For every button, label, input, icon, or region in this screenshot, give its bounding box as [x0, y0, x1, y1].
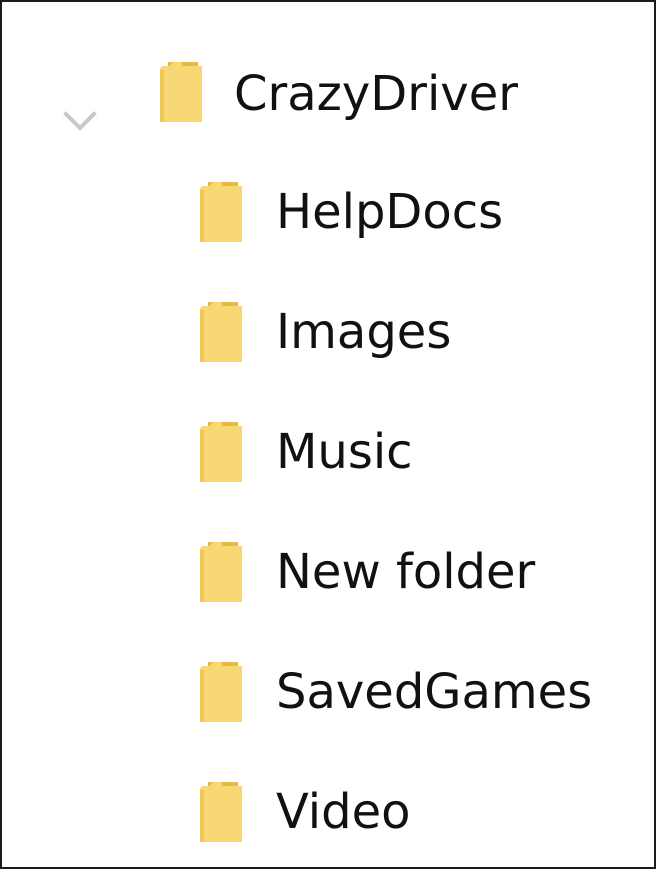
- tree-item-label: Images: [276, 304, 452, 360]
- tree-item-label: New folder: [276, 544, 536, 600]
- tree-item-crazydriver[interactable]: CrazyDriver: [2, 32, 654, 152]
- tree-item-video[interactable]: Video: [2, 752, 654, 867]
- folder-icon: [200, 182, 242, 242]
- folder-icon: [200, 542, 242, 602]
- navigation-pane: CrazyDriver HelpDocs Images Music New fo…: [0, 0, 656, 869]
- folder-icon: [200, 422, 242, 482]
- folder-icon: [200, 662, 242, 722]
- tree-item-label: HelpDocs: [276, 184, 504, 240]
- folder-icon: [200, 302, 242, 362]
- tree-item-label: Music: [276, 424, 413, 480]
- tree-item-new-folder[interactable]: New folder: [2, 512, 654, 632]
- folder-icon: [160, 62, 202, 122]
- folder-tree: CrazyDriver HelpDocs Images Music New fo…: [2, 2, 654, 867]
- tree-item-savedgames[interactable]: SavedGames: [2, 632, 654, 752]
- tree-item-label: Video: [276, 784, 411, 840]
- tree-item-images[interactable]: Images: [2, 272, 654, 392]
- folder-icon: [200, 782, 242, 842]
- tree-item-music[interactable]: Music: [2, 392, 654, 512]
- tree-item-label: CrazyDriver: [234, 66, 518, 122]
- chevron-down-icon[interactable]: [60, 102, 100, 142]
- tree-item-helpdocs[interactable]: HelpDocs: [2, 152, 654, 272]
- tree-item-label: SavedGames: [276, 664, 593, 720]
